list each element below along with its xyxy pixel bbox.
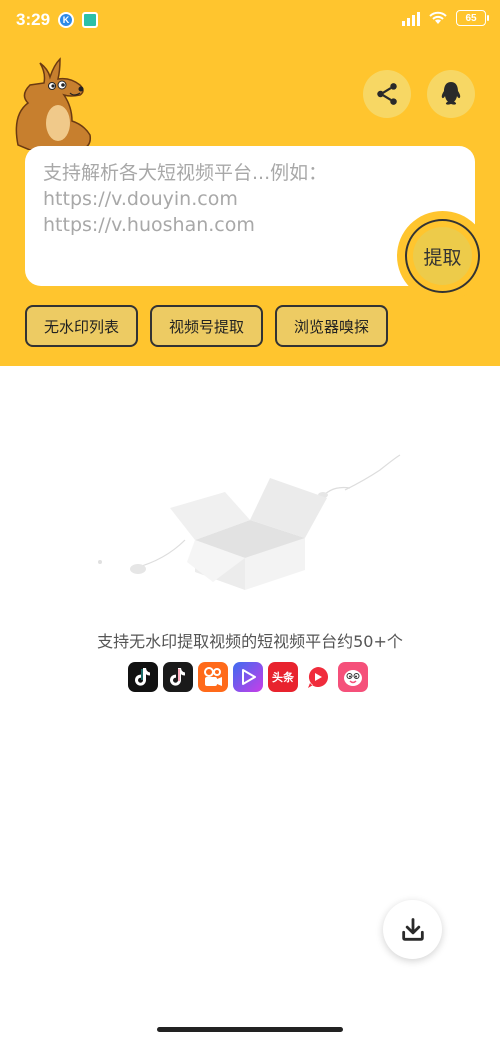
url-input-placeholder: 支持解析各大短视频平台...例如： https://v.douyin.com h… <box>43 162 328 236</box>
empty-box-illustration <box>98 454 401 590</box>
platform-icons-row: 头条 <box>128 662 368 692</box>
status-bar: 3:29 K 65 <box>0 0 500 40</box>
xigua-icon <box>303 662 333 692</box>
kangaroo-mascot <box>15 57 92 150</box>
status-time: 3:29 <box>16 10 51 29</box>
supported-platforms-text: 支持无水印提取视频的短视频平台约50+个 <box>97 632 403 651</box>
kuaishou-icon <box>198 662 228 692</box>
extract-button[interactable]: 提取 <box>405 219 480 293</box>
download-icon <box>401 917 424 941</box>
app-notification-icon-2 <box>82 12 98 28</box>
weishi-icon <box>233 662 263 692</box>
share-button[interactable] <box>363 70 411 118</box>
home-indicator[interactable] <box>157 1027 343 1032</box>
download-button[interactable] <box>383 900 442 959</box>
signal-icon <box>402 10 420 26</box>
qq-penguin-icon <box>441 82 461 105</box>
channels-extract-button[interactable]: 视频号提取 <box>150 305 263 347</box>
pipixia-icon <box>338 662 368 692</box>
douyin-icon <box>163 662 193 692</box>
qq-button[interactable] <box>427 70 475 118</box>
wifi-icon <box>429 11 447 24</box>
share-icon <box>377 83 397 105</box>
tiktok-icon <box>128 662 158 692</box>
no-watermark-list-button[interactable]: 无水印列表 <box>25 305 138 347</box>
toutiao-icon: 头条 <box>268 662 298 692</box>
app-notification-icon: K <box>58 12 74 28</box>
browser-sniff-button[interactable]: 浏览器嗅探 <box>275 305 388 347</box>
battery-icon: 65 <box>456 10 489 26</box>
